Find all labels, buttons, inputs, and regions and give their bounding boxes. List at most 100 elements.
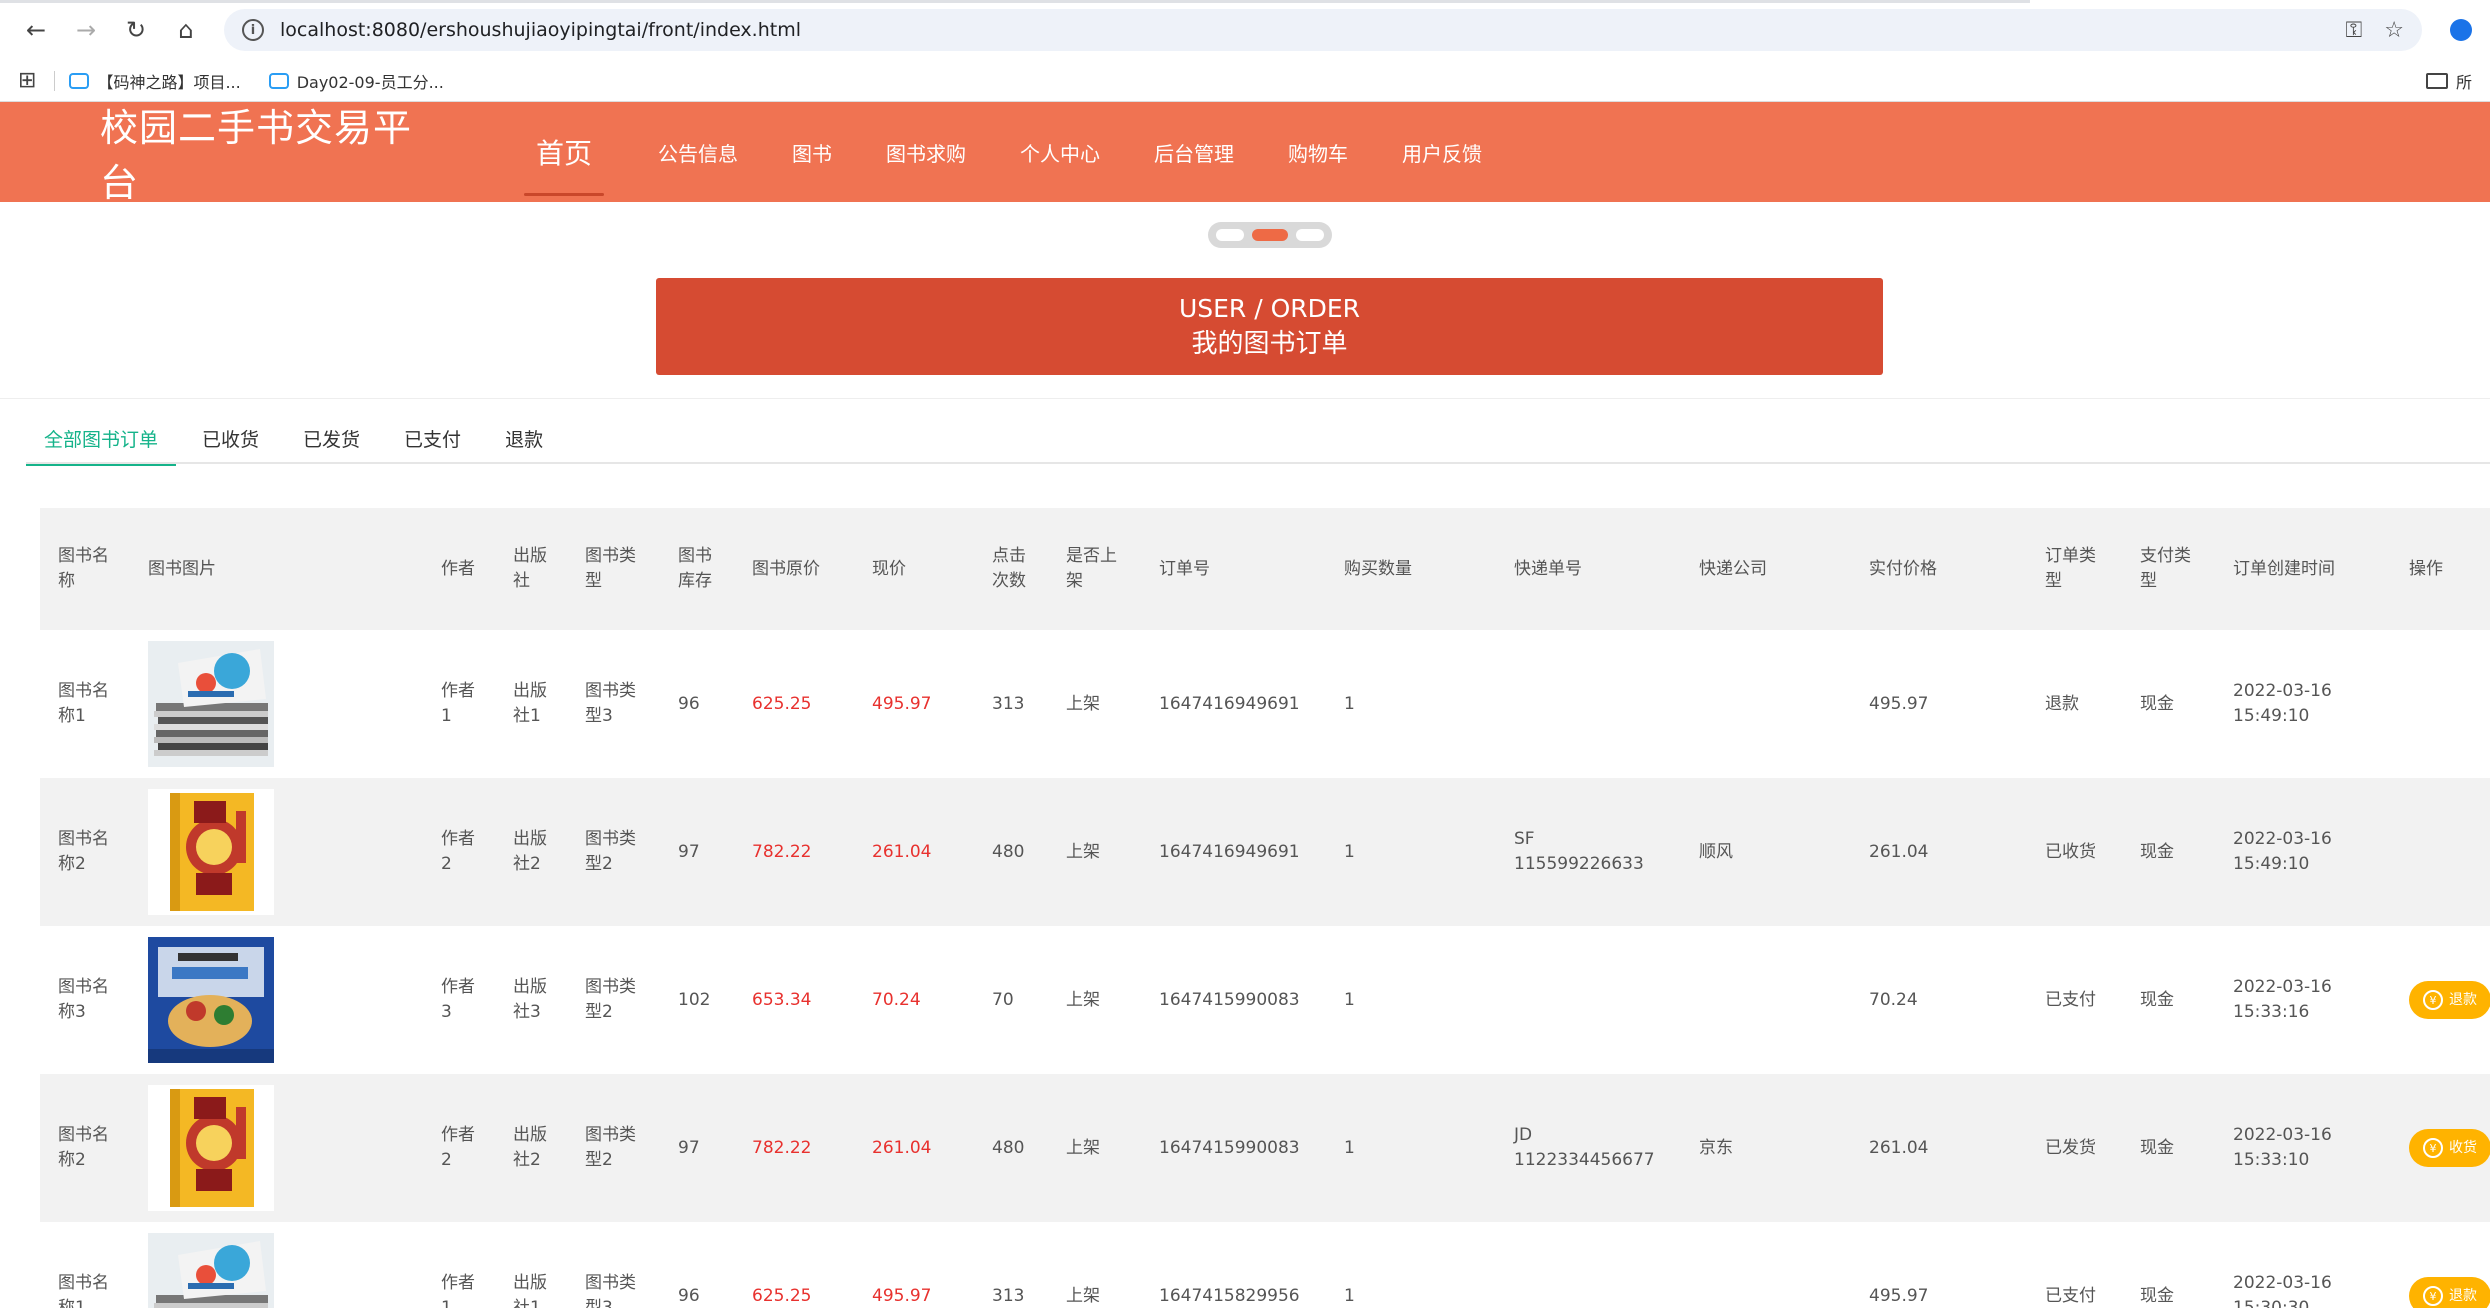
col-clicks: 点击次数: [974, 508, 1048, 630]
folder-label: 所: [2455, 72, 2472, 92]
tab-all-orders[interactable]: 全部图书订单: [26, 412, 177, 466]
nav-cart[interactable]: 购物车: [1288, 102, 1348, 202]
orders-table-container[interactable]: 图书名称 图书图片 作者 出版社 图书类型 图书库存 图书原价 现价 点击次数 …: [40, 508, 2490, 1308]
bilibili-icon: [69, 72, 90, 89]
yen-icon: ¥: [2423, 1138, 2443, 1158]
book-name-cell: 图书名称1: [58, 681, 109, 726]
publisher-cell: 出版社2: [495, 1074, 567, 1222]
tracking-no-cell: [1496, 630, 1681, 778]
original-price-cell: 782.22: [734, 1074, 854, 1222]
paid-price-cell: 261.04: [1851, 1074, 2027, 1222]
forward-icon[interactable]: →: [68, 12, 104, 48]
nav-announcements[interactable]: 公告信息: [658, 102, 738, 202]
main-nav: 首页 公告信息 图书 图书求购 个人中心 后台管理 购物车 用户反馈: [524, 102, 1536, 202]
tab-paid[interactable]: 已支付: [386, 412, 479, 464]
table-row: 图书名称1 作者1 出版社1 图书类型3 96 625.25 495.97 313 上架 164…: [40, 1222, 2490, 1308]
created-time-cell: 2022-03-16 15:30:30: [2233, 1273, 2332, 1308]
carousel-dot[interactable]: [1216, 229, 1244, 241]
refund-button[interactable]: ¥ 退款: [2409, 1277, 2490, 1308]
col-pay-type: 支付类型: [2122, 508, 2215, 630]
listed-cell: 上架: [1048, 1074, 1141, 1222]
home-icon[interactable]: ⌂: [168, 12, 204, 48]
all-bookmarks-folder[interactable]: 所: [2425, 69, 2472, 93]
pay-type-cell: 现金: [2140, 989, 2174, 1010]
action-label: 退款: [2449, 991, 2477, 1008]
col-order-no: 订单号: [1141, 508, 1326, 630]
address-bar[interactable]: i localhost:8080/ershoushujiaoyipingtai/…: [224, 9, 2422, 51]
col-listed: 是否上架: [1048, 508, 1141, 630]
nav-book-requests[interactable]: 图书求购: [886, 102, 966, 202]
col-stock: 图书库存: [660, 508, 734, 630]
current-price-cell: 495.97: [872, 1285, 932, 1306]
book-image-cell: [130, 1074, 423, 1222]
nav-feedback[interactable]: 用户反馈: [1402, 102, 1482, 202]
tracking-no-cell: [1496, 926, 1681, 1074]
stock-cell: 96: [678, 1285, 700, 1306]
current-price-cell: 495.97: [872, 693, 932, 714]
orders-table: 图书名称 图书图片 作者 出版社 图书类型 图书库存 图书原价 现价 点击次数 …: [40, 508, 2490, 1308]
original-price-cell: 625.25: [752, 1285, 812, 1306]
bookmark-item[interactable]: Day02-09-员工分...: [268, 69, 444, 93]
tracking-no-cell: JD 1122334456677: [1496, 1074, 1681, 1222]
col-quantity: 购买数量: [1326, 508, 1496, 630]
yen-icon: ¥: [2423, 990, 2443, 1010]
nav-personal-center[interactable]: 个人中心: [1020, 102, 1100, 202]
author-cell: 作者1: [441, 1273, 475, 1308]
nav-admin[interactable]: 后台管理: [1154, 102, 1234, 202]
tab-shipped[interactable]: 已发货: [285, 412, 378, 464]
bookmark-label: 【码神之路】项目...: [97, 72, 241, 92]
site-header: 校园二手书交易平台 首页 公告信息 图书 图书求购 个人中心 后台管理 购物车 …: [0, 102, 2490, 205]
original-price-cell: 782.22: [734, 778, 854, 926]
confirm-receipt-button[interactable]: ¥ 收货: [2409, 1129, 2490, 1167]
bookmark-item[interactable]: 【码神之路】项目...: [69, 69, 241, 93]
col-original-price: 图书原价: [734, 508, 854, 630]
order-no-cell: 1647415829956: [1159, 1285, 1300, 1306]
col-book-image: 图书图片: [130, 508, 423, 630]
author-cell: 作者3: [441, 977, 475, 1022]
stock-cell: 97: [660, 778, 734, 926]
back-icon[interactable]: ←: [18, 12, 54, 48]
pay-type-cell: 现金: [2140, 693, 2174, 714]
book-image-cell: [130, 778, 423, 926]
original-price-cell: 653.34: [752, 989, 812, 1010]
order-type-cell: 退款: [2045, 693, 2079, 714]
bookmark-star-icon[interactable]: ☆: [2384, 18, 2404, 43]
order-type-cell: 已支付: [2045, 1285, 2096, 1306]
book-type-cell: 图书类型3: [585, 681, 636, 726]
reload-icon[interactable]: ↻: [118, 12, 154, 48]
tab-refund[interactable]: 退款: [487, 412, 561, 464]
carousel-dot[interactable]: [1296, 229, 1324, 241]
nav-books[interactable]: 图书: [792, 102, 832, 202]
bookmark-label: Day02-09-员工分...: [296, 72, 444, 92]
password-key-icon[interactable]: ⚿: [2346, 18, 2363, 43]
nav-home[interactable]: 首页: [524, 102, 605, 202]
action-cell: ¥ 退款: [2391, 1222, 2490, 1308]
publisher-cell: 出版社2: [495, 778, 567, 926]
apps-grid-icon[interactable]: ⊞: [18, 68, 36, 93]
site-info-icon[interactable]: i: [242, 19, 264, 41]
refund-button[interactable]: ¥ 退款: [2409, 981, 2490, 1019]
carousel-dot-active[interactable]: [1252, 229, 1288, 241]
book-type-cell: 图书类型2: [567, 778, 660, 926]
table-row: 图书名称2 作者2 出版社2 图书类型2 97 782.22 261.04 480 上架 164…: [40, 1074, 2490, 1222]
current-price-cell: 261.04: [854, 1074, 974, 1222]
paid-price-cell: 70.24: [1869, 989, 1918, 1010]
paid-price-cell: 261.04: [1851, 778, 2027, 926]
pay-type-cell: 现金: [2122, 1074, 2215, 1222]
table-header-row: 图书名称 图书图片 作者 出版社 图书类型 图书库存 图书原价 现价 点击次数 …: [40, 508, 2490, 630]
action-label: 收货: [2449, 1139, 2477, 1156]
url-text[interactable]: localhost:8080/ershoushujiaoyipingtai/fr…: [280, 19, 2324, 41]
col-paid-price: 实付价格: [1851, 508, 2027, 630]
profile-avatar-icon[interactable]: [2450, 19, 2472, 41]
table-row: 图书名称3 作者3 出版社3 图书类型2 102 653.34 70.24 70 上架 1647…: [40, 926, 2490, 1074]
book-name-cell: 图书名称1: [58, 1273, 109, 1308]
stock-cell: 102: [678, 989, 711, 1010]
book-type-cell: 图书类型2: [567, 1074, 660, 1222]
book-cover-image: [148, 789, 274, 915]
book-cover-image: [148, 1233, 274, 1308]
stock-cell: 97: [660, 1074, 734, 1222]
col-actions: 操作: [2391, 508, 2490, 630]
book-type-cell: 图书类型3: [585, 1273, 636, 1308]
created-time-cell: 2022-03-16 15:33:10: [2215, 1074, 2391, 1222]
tab-received[interactable]: 已收货: [184, 412, 277, 464]
